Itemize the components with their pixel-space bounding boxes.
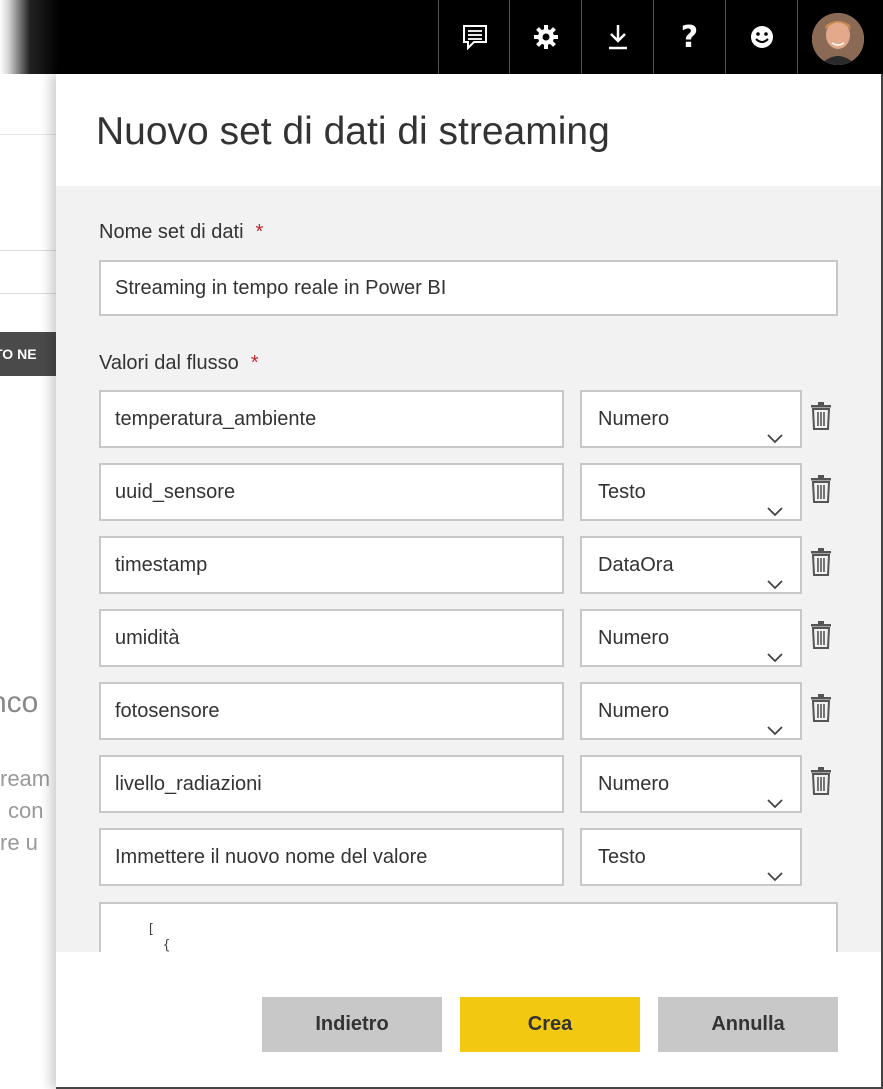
new-value-type-select[interactable]: Testo xyxy=(580,828,802,886)
background-input xyxy=(0,250,56,294)
account-button[interactable] xyxy=(797,0,883,74)
help-button[interactable]: ? xyxy=(653,0,725,74)
download-icon xyxy=(606,23,630,51)
background-text-line: ream xyxy=(0,766,51,791)
value-name-input[interactable]: umidità xyxy=(99,609,564,667)
value-type-select[interactable]: Numero xyxy=(580,609,802,667)
create-button[interactable]: Crea xyxy=(460,997,640,1052)
background-text-line: con xyxy=(8,798,44,823)
trash-icon[interactable] xyxy=(810,621,834,651)
new-streaming-dataset-panel: Nuovo set di dati di streaming Nome set … xyxy=(56,74,883,1089)
background-heading: nco xyxy=(0,686,39,719)
value-type-select[interactable]: Numero xyxy=(580,682,802,740)
chevron-down-icon xyxy=(766,485,784,539)
feedback-button[interactable] xyxy=(438,0,510,74)
dataset-name-label: Nome set di dati * xyxy=(99,221,264,243)
top-bar: ? xyxy=(0,0,883,74)
value-name-input[interactable]: uuid_sensore xyxy=(99,463,564,521)
gear-icon xyxy=(533,24,559,50)
avatar xyxy=(812,13,864,65)
download-button[interactable] xyxy=(581,0,653,74)
required-marker: * xyxy=(250,352,259,374)
value-type-select[interactable]: Numero xyxy=(580,755,802,813)
feedback-icon xyxy=(462,24,488,50)
panel-header: Nuovo set di dati di streaming xyxy=(56,74,881,186)
background-tab: TO NE xyxy=(0,332,56,376)
value-name-input[interactable]: timestamp xyxy=(99,536,564,594)
panel-footer: Indietro Crea Annulla xyxy=(56,952,881,1087)
chevron-down-icon xyxy=(766,631,784,685)
chevron-down-icon xyxy=(766,850,784,904)
values-label: Valori dal flusso * xyxy=(99,352,259,374)
value-type-select[interactable]: DataOra xyxy=(580,536,802,594)
value-name-input[interactable]: temperatura_ambiente xyxy=(99,390,564,448)
smiley-icon xyxy=(749,24,775,50)
required-marker: * xyxy=(255,221,264,243)
background-page: TO NE nco ream con re u xyxy=(0,74,56,1089)
trash-icon[interactable] xyxy=(810,475,834,505)
chevron-down-icon xyxy=(766,558,784,612)
feedback-smiley-button[interactable] xyxy=(725,0,797,74)
background-divider xyxy=(0,134,56,135)
background-text-line: re u xyxy=(0,830,38,855)
back-button[interactable]: Indietro xyxy=(262,997,442,1052)
value-name-input[interactable]: livello_radiazioni xyxy=(99,755,564,813)
chevron-down-icon xyxy=(766,412,784,466)
cancel-button[interactable]: Annulla xyxy=(658,997,838,1052)
help-icon: ? xyxy=(680,19,699,55)
chevron-down-icon xyxy=(766,704,784,758)
settings-button[interactable] xyxy=(509,0,581,74)
value-type-select[interactable]: Numero xyxy=(580,390,802,448)
new-value-name-input[interactable]: Immettere il nuovo nome del valore xyxy=(99,828,564,886)
trash-icon[interactable] xyxy=(810,694,834,724)
value-type-select[interactable]: Testo xyxy=(580,463,802,521)
trash-icon[interactable] xyxy=(810,767,834,797)
dataset-name-input[interactable]: Streaming in tempo reale in Power BI xyxy=(99,260,838,316)
panel-title: Nuovo set di dati di streaming xyxy=(96,110,610,153)
trash-icon[interactable] xyxy=(810,548,834,578)
value-name-input[interactable]: fotosensore xyxy=(99,682,564,740)
trash-icon[interactable] xyxy=(810,402,834,432)
chevron-down-icon xyxy=(766,777,784,831)
